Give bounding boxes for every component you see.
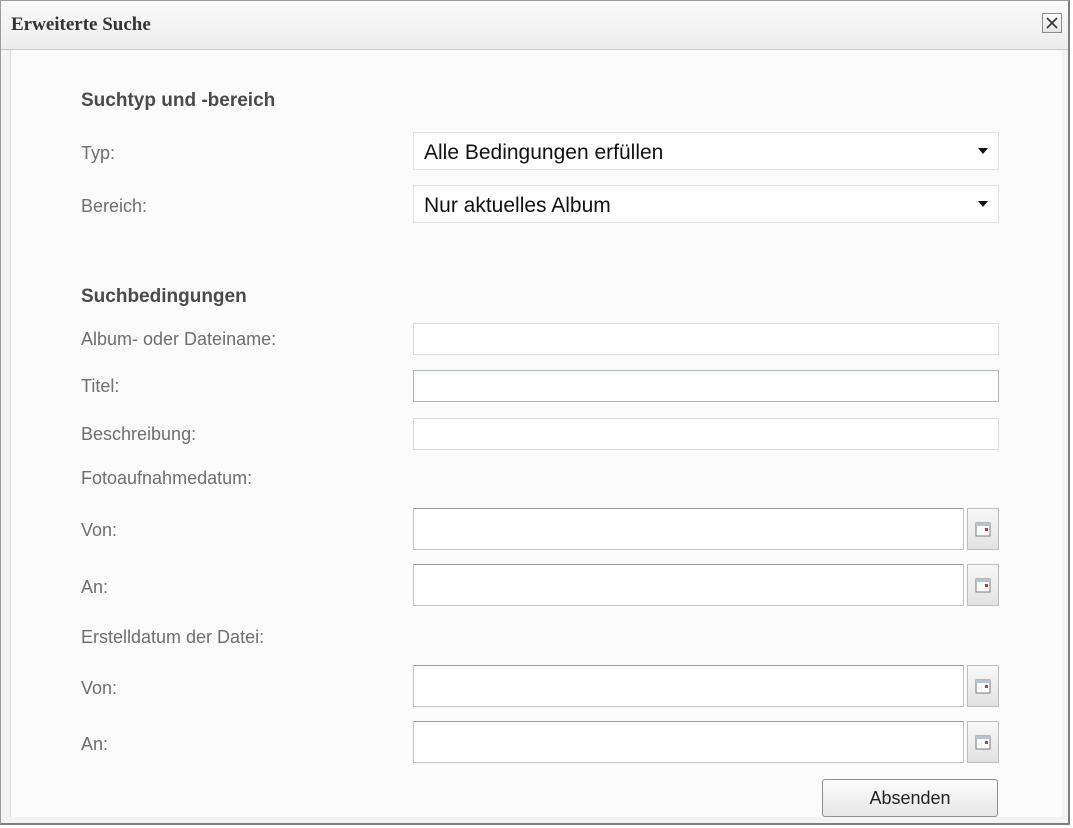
section-title-search-type: Suchtyp und -bereich bbox=[81, 90, 276, 111]
calendar-icon bbox=[975, 679, 991, 694]
type-select-value: Alle Bedingungen erfüllen bbox=[424, 141, 664, 164]
file-date-to-label: An: bbox=[81, 734, 109, 754]
scope-select-value: Nur aktuelles Album bbox=[424, 194, 611, 217]
file-date-to-input[interactable] bbox=[413, 721, 964, 763]
scope-label: Bereich: bbox=[81, 196, 148, 216]
photo-date-from-calendar-button[interactable] bbox=[967, 508, 999, 550]
dialog-titlebar[interactable]: Erweiterte Suche bbox=[1, 1, 1068, 50]
scope-select[interactable]: Nur aktuelles Album bbox=[413, 185, 999, 223]
submit-button[interactable]: Absenden bbox=[822, 779, 998, 817]
photo-date-label: Fotoaufnahmedatum: bbox=[81, 468, 253, 488]
dialog-content: Suchtyp und -bereich Typ: Alle Bedingung… bbox=[10, 50, 1062, 817]
type-select[interactable]: Alle Bedingungen erfüllen bbox=[413, 132, 999, 170]
description-input[interactable] bbox=[413, 418, 999, 450]
photo-date-from-label: Von: bbox=[81, 520, 118, 540]
title-label: Titel: bbox=[81, 376, 120, 396]
photo-date-to-calendar-button[interactable] bbox=[967, 564, 999, 606]
photo-date-to-label: An: bbox=[81, 577, 109, 597]
calendar-icon bbox=[975, 735, 991, 750]
section-title-search-conditions: Suchbedingungen bbox=[81, 286, 247, 307]
file-date-label: Erstelldatum der Datei: bbox=[81, 627, 265, 647]
file-date-to-calendar-button[interactable] bbox=[967, 721, 999, 763]
photo-date-from-input[interactable] bbox=[413, 508, 964, 550]
photo-date-to-input[interactable] bbox=[413, 564, 964, 606]
dialog-title: Erweiterte Suche bbox=[11, 14, 151, 35]
chevron-down-icon bbox=[978, 201, 988, 207]
file-date-from-input[interactable] bbox=[413, 665, 964, 707]
file-date-from-calendar-button[interactable] bbox=[967, 665, 999, 707]
title-input[interactable] bbox=[413, 370, 999, 402]
album-filename-label: Album- oder Dateiname: bbox=[81, 329, 277, 349]
calendar-icon bbox=[975, 578, 991, 593]
type-label: Typ: bbox=[81, 143, 116, 163]
close-icon bbox=[1046, 17, 1058, 29]
advanced-search-dialog: Erweiterte Suche Suchtyp und -bereich Ty… bbox=[0, 0, 1070, 825]
file-date-from-label: Von: bbox=[81, 678, 118, 698]
album-filename-input[interactable] bbox=[413, 323, 999, 355]
close-button[interactable] bbox=[1042, 13, 1062, 33]
calendar-icon bbox=[975, 522, 991, 537]
chevron-down-icon bbox=[978, 148, 988, 154]
description-label: Beschreibung: bbox=[81, 424, 197, 444]
